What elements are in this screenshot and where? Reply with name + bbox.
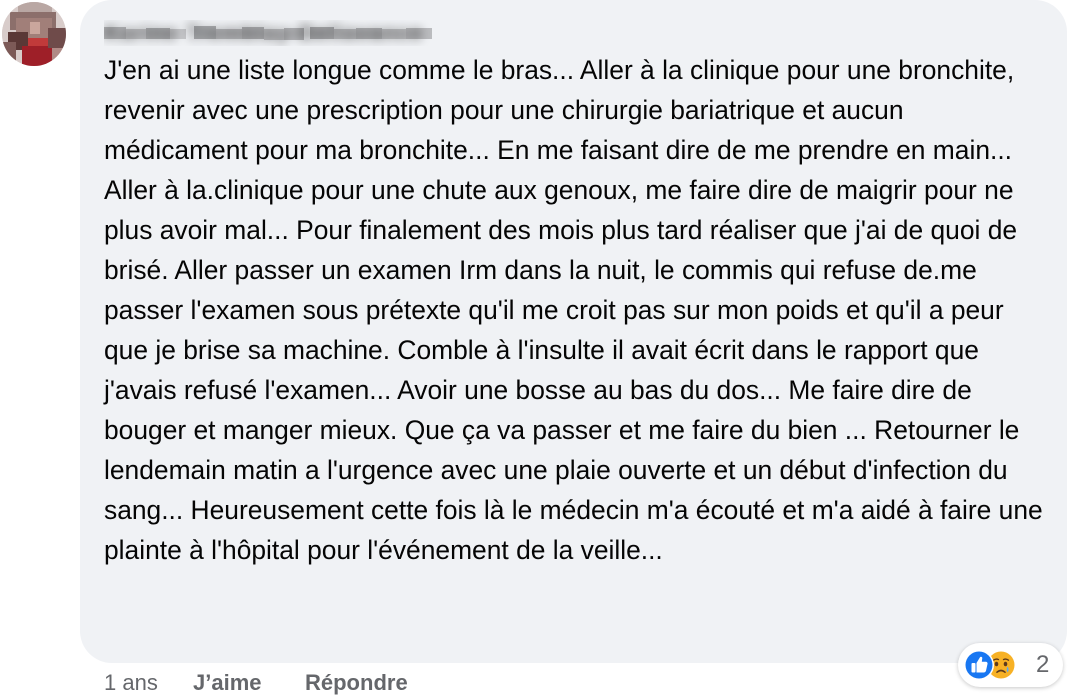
reply-button[interactable]: Répondre: [305, 668, 408, 698]
like-icon: [964, 650, 994, 680]
author-name[interactable]: Karine Tremblay-Bellavance: [104, 20, 434, 46]
timestamp[interactable]: 1 ans: [104, 668, 158, 698]
avatar[interactable]: [2, 2, 66, 66]
reactions-summary[interactable]: 2: [958, 643, 1063, 687]
avatar-image: [2, 2, 66, 66]
like-button[interactable]: J’aime: [193, 668, 262, 698]
author-name-text: Karine Tremblay-Bellavance: [104, 20, 424, 45]
comment-root: Karine Tremblay-Bellavance J'en ai une l…: [0, 0, 1068, 698]
comment-text: J'en ai une liste longue comme le bras..…: [104, 55, 1043, 565]
reaction-count: 2: [1036, 651, 1050, 678]
